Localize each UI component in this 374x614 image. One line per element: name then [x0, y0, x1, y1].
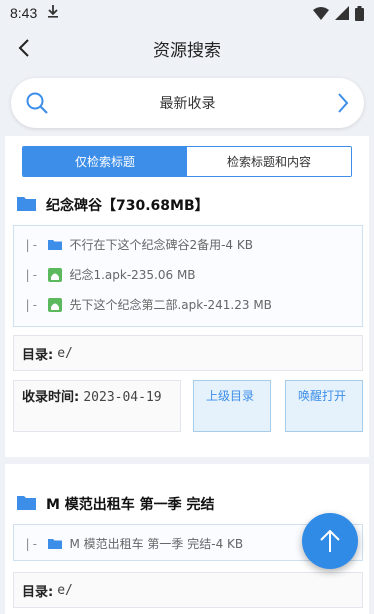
- file-name: 先下这个纪念第二部.apk-241.23 MB: [69, 298, 272, 312]
- folder-icon: [48, 538, 63, 549]
- directory-value: e/: [57, 582, 73, 598]
- result-title[interactable]: M 模范出租车 第一季 完结: [17, 494, 215, 514]
- directory-label: 目录:: [22, 584, 54, 600]
- search-bar[interactable]: 最新收录: [11, 78, 364, 128]
- android-icon: [48, 297, 63, 312]
- directory-value: e/: [57, 345, 73, 361]
- file-name: 纪念1.apk-235.06 MB: [69, 268, 196, 282]
- file-list: |- 不行在下这个纪念碑谷2备用-4 KB |- 纪念1.apk-235.06 …: [13, 225, 363, 327]
- directory-info: 目录: e/: [13, 335, 363, 371]
- file-name: 不行在下这个纪念碑谷2备用-4 KB: [69, 238, 253, 252]
- status-time: 8:43: [10, 5, 38, 21]
- indexed-time-label: 收录时间:: [22, 390, 80, 405]
- signal-icon: [335, 6, 349, 20]
- tab-title-only[interactable]: 仅检索标题: [23, 147, 187, 176]
- scroll-to-top-button[interactable]: [302, 513, 358, 569]
- download-icon: [47, 4, 59, 22]
- tree-prefix: |-: [24, 297, 39, 312]
- search-label: 最新收录: [159, 96, 216, 112]
- indexed-time: 收录时间: 2023-04-19: [13, 380, 181, 432]
- search-mode-tabs: 仅检索标题 检索标题和内容: [22, 146, 352, 177]
- list-item[interactable]: |- 先下这个纪念第二部.apk-241.23 MB: [24, 296, 272, 313]
- tree-prefix: |-: [24, 237, 39, 252]
- arrow-up-icon: [320, 529, 340, 552]
- status-icons: [313, 5, 364, 21]
- wake-open-button[interactable]: 唤醒打开: [285, 380, 363, 432]
- tree-prefix: |-: [24, 267, 39, 282]
- parent-directory-button[interactable]: 上级目录: [193, 380, 271, 432]
- top-bar: 资源搜索: [0, 26, 374, 70]
- folder-icon: [17, 495, 36, 514]
- list-item[interactable]: |- 不行在下这个纪念碑谷2备用-4 KB: [24, 236, 253, 253]
- search-icon: [25, 91, 49, 119]
- result-title-text: M 模范出租车 第一季 完结: [46, 497, 215, 513]
- result-title[interactable]: 纪念碑谷【730.68MB】: [17, 195, 209, 215]
- result-card: 仅检索标题 检索标题和内容 纪念碑谷【730.68MB】 |- 不行在下这个纪念…: [5, 136, 369, 457]
- result-title-text: 纪念碑谷【730.68MB】: [46, 198, 209, 214]
- file-name: M 模范出租车 第一季 完结-4 KB: [69, 537, 244, 551]
- chevron-left-icon: [18, 39, 29, 57]
- directory-label: 目录:: [22, 347, 54, 363]
- list-item[interactable]: |- M 模范出租车 第一季 完结-4 KB: [24, 535, 243, 552]
- android-icon: [48, 267, 63, 282]
- status-bar: 8:43: [0, 0, 374, 26]
- page-title: 资源搜索: [153, 40, 221, 61]
- back-button[interactable]: [10, 34, 38, 62]
- directory-info: 目录: e/: [13, 572, 363, 608]
- tree-prefix: |-: [24, 536, 39, 551]
- indexed-time-value: 2023-04-19: [83, 390, 162, 405]
- tab-title-and-content[interactable]: 检索标题和内容: [187, 147, 351, 176]
- folder-icon: [48, 239, 63, 250]
- chevron-right-icon[interactable]: [336, 91, 350, 119]
- wifi-icon: [313, 7, 329, 20]
- list-item[interactable]: |- 纪念1.apk-235.06 MB: [24, 266, 196, 283]
- battery-icon: [355, 5, 364, 21]
- folder-icon: [17, 196, 36, 215]
